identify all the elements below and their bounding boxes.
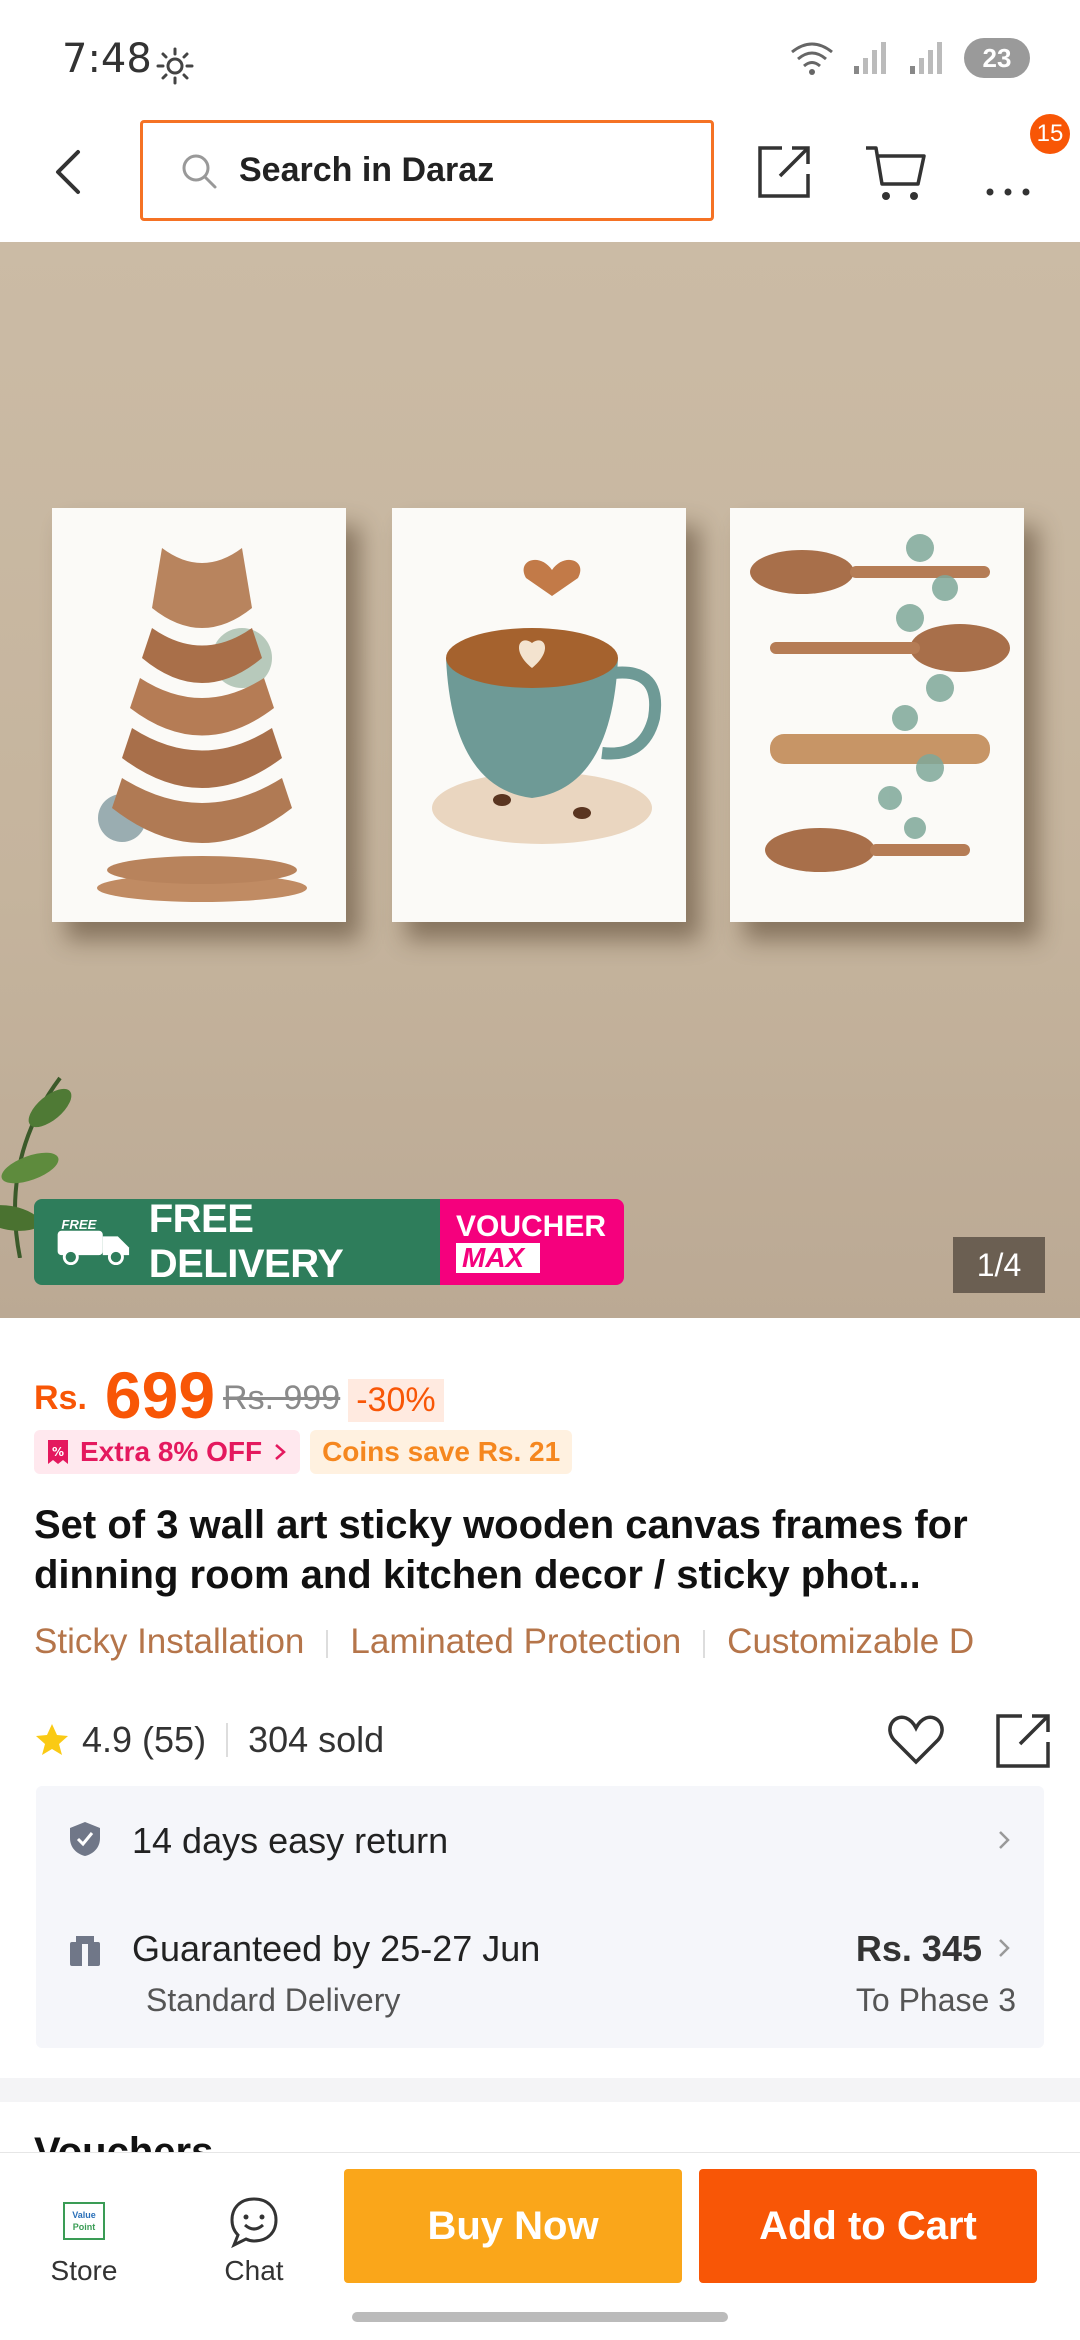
- search-input[interactable]: Search in Daraz: [140, 120, 714, 221]
- sold-count: 304 sold: [248, 1719, 385, 1760]
- wifi-icon: [791, 42, 833, 75]
- product-title: Set of 3 wall art sticky wooden canvas f…: [34, 1503, 968, 1597]
- store-label: Store: [50, 2255, 118, 2286]
- status-bar: 7:48 23: [0, 0, 1080, 120]
- feature-divider: [703, 1629, 706, 1658]
- cart-icon[interactable]: [864, 140, 928, 204]
- voucher-max-badge: VOUCHER MAX: [440, 1199, 624, 1285]
- search-placeholder: Search in Daraz: [239, 151, 495, 189]
- original-price: Rs. 999: [223, 1379, 341, 1417]
- currency-label: Rs.: [34, 1379, 87, 1417]
- star-icon: [36, 1724, 68, 1755]
- discount-badge: -30%: [348, 1379, 444, 1422]
- return-policy-row[interactable]: 14 days easy return: [36, 1786, 1044, 1896]
- battery-indicator: 23: [964, 38, 1030, 78]
- max-label: MAX: [456, 1243, 540, 1273]
- chat-button[interactable]: Chat: [194, 2193, 314, 2287]
- voucher-label: VOUCHER: [456, 1210, 607, 1243]
- action-icons: [886, 1710, 1054, 1770]
- current-price: 699: [104, 1358, 216, 1432]
- chat-label: Chat: [224, 2255, 284, 2286]
- service-info-box: 14 days easy return Guaranteed by 25-27 …: [36, 1786, 1044, 2048]
- buy-now-button[interactable]: Buy Now: [344, 2169, 682, 2283]
- chevron-right-icon: [999, 1831, 1010, 1849]
- coffee-cup-art: [432, 559, 662, 844]
- extra-off-chip[interactable]: % Extra 8% OFF: [34, 1430, 301, 1474]
- notification-badge: 15: [1030, 114, 1070, 154]
- chat-icon: [230, 2197, 278, 2249]
- brightness-icon: [156, 47, 194, 85]
- promo-chips: % Extra 8% OFF Coins save Rs. 21: [34, 1430, 573, 1474]
- wooden-utensils-art: [750, 534, 1010, 872]
- image-counter: 1/4: [953, 1237, 1045, 1293]
- canvas-stacked-cups: [52, 508, 346, 922]
- feature-tag: Sticky Installation: [34, 1622, 305, 1661]
- section-divider: [0, 2078, 1080, 2102]
- svg-text:%: %: [52, 1445, 64, 1459]
- store-button[interactable]: Value Point Store: [24, 2193, 144, 2287]
- free-delivery-label: FREE DELIVERY: [148, 1199, 344, 1285]
- search-icon: [182, 154, 217, 188]
- return-policy-text: 14 days easy return: [132, 1820, 449, 1861]
- free-delivery-badge: FREE FREE DELIVERY: [34, 1199, 440, 1285]
- next-section-title: Vouchers: [34, 2130, 214, 2154]
- voucher-icon: %: [48, 1440, 68, 1464]
- share-icon[interactable]: [752, 140, 816, 204]
- coins-chip[interactable]: Coins save Rs. 21: [310, 1430, 573, 1474]
- chevron-right-icon: [275, 1444, 286, 1460]
- svg-text:Value: Value: [72, 2210, 96, 2220]
- free-small-label: FREE: [61, 1217, 97, 1232]
- heart-icon[interactable]: [886, 1710, 946, 1770]
- shield-check-icon: [70, 1822, 100, 1856]
- stacked-cups-art: [97, 548, 307, 902]
- home-indicator[interactable]: [352, 2312, 728, 2322]
- delivery-fee: Rs. 345: [855, 1928, 982, 1969]
- share-icon[interactable]: [994, 1710, 1054, 1770]
- feature-tag: Customizable D: [727, 1622, 975, 1661]
- more-icon[interactable]: [976, 140, 1040, 204]
- extra-off-label: Extra 8% OFF: [80, 1436, 263, 1467]
- svg-text:Point: Point: [73, 2222, 96, 2232]
- chevron-right-icon: [999, 1939, 1010, 1957]
- status-icons: 23: [788, 38, 1030, 78]
- back-arrow-icon[interactable]: [40, 142, 100, 202]
- price-row: Rs. 699 Rs. 999 -30%: [34, 1348, 444, 1428]
- store-logo-icon: Value Point: [63, 2202, 105, 2240]
- rating-value[interactable]: 4.9 (55): [82, 1719, 206, 1761]
- signal-icon-2: [910, 42, 942, 74]
- delivery-truck-icon: FREE: [57, 1217, 130, 1266]
- delivery-box-icon: [70, 1936, 100, 1966]
- delivery-date-text: Guaranteed by 25-27 Jun: [132, 1928, 541, 1969]
- canvas-coffee-cup: [392, 508, 686, 922]
- status-time: 7:48: [62, 36, 152, 82]
- canvas-wooden-utensils: [730, 508, 1024, 922]
- signal-icon: [854, 42, 886, 74]
- delivery-type-text: Standard Delivery: [146, 1982, 401, 2018]
- feature-tags[interactable]: Sticky Installation Laminated Protection C…: [34, 1622, 1054, 1662]
- rating-divider: [226, 1723, 229, 1757]
- top-bar: Search in Daraz 15: [0, 114, 1080, 242]
- feature-divider: [326, 1629, 329, 1658]
- product-image-gallery[interactable]: FREE FREE DELIVERY VOUCHER MAX 1/4: [0, 242, 1080, 1318]
- add-to-cart-button[interactable]: Add to Cart: [699, 2169, 1037, 2283]
- feature-tag: Laminated Protection: [350, 1622, 682, 1661]
- rating-row: 4.9 (55) 304 sold: [34, 1710, 1054, 1770]
- delivery-location: To Phase 3: [855, 1982, 1016, 2018]
- delivery-row[interactable]: Guaranteed by 25-27 Jun Standard Deliver…: [36, 1896, 1044, 2048]
- free-delivery-voucher-banner[interactable]: FREE FREE DELIVERY VOUCHER MAX: [34, 1199, 624, 1285]
- coins-label: Coins save Rs. 21: [322, 1436, 561, 1467]
